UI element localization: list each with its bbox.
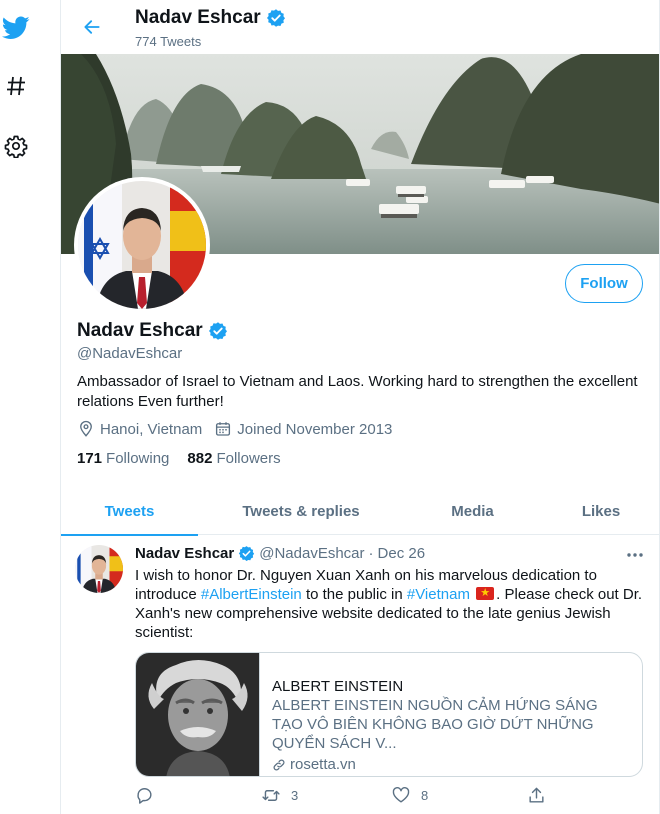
header-name: Nadav Eshcar — [135, 7, 261, 28]
share-icon — [529, 787, 544, 803]
tweet-text-part: to the public in — [301, 586, 407, 603]
card-title: ALBERT EINSTEIN — [272, 678, 404, 695]
link-preview-card[interactable]: ALBERT EINSTEIN ALBERT EINSTEIN NGUỒN CẢ… — [135, 652, 643, 777]
share-button[interactable] — [527, 786, 546, 805]
tab-tweets[interactable]: Tweets — [61, 488, 198, 536]
profile-column: Nadav Eshcar 774 Tweets Follow Nadav Esh… — [60, 0, 660, 814]
following-label: Following — [106, 450, 170, 467]
tweet-avatar[interactable] — [75, 545, 123, 593]
nav-rail — [0, 0, 60, 814]
follow-stats: 171 Following 882 Followers — [77, 450, 281, 467]
tweet-author-name[interactable]: Nadav Eshcar — [135, 545, 234, 562]
like-icon — [392, 787, 410, 803]
profile-handle: @NadavEshcar — [77, 345, 183, 362]
reply-button[interactable] — [135, 786, 154, 805]
profile-name: Nadav Eshcar — [77, 320, 203, 341]
tweet-author-handle[interactable]: @NadavEshcar — [259, 545, 364, 562]
avatar-photo — [78, 181, 206, 309]
hashtag-link[interactable]: #Vietnam — [407, 586, 470, 603]
card-link-row: rosetta.vn — [272, 755, 630, 774]
tweet-separator: · — [368, 545, 374, 562]
location-text: Hanoi, Vietnam — [100, 420, 203, 438]
hashtag-icon[interactable] — [0, 70, 32, 102]
more-options-icon[interactable] — [623, 547, 647, 563]
like-button[interactable]: 8 — [391, 786, 428, 805]
joined-text: Joined November 2013 — [237, 420, 393, 438]
verified-badge-icon — [208, 322, 227, 340]
tweet-count: 774 Tweets — [135, 34, 202, 49]
tweet[interactable]: Nadav Eshcar @NadavEshcar · Dec 26 I wis… — [61, 535, 659, 814]
following-count: 171 — [77, 450, 103, 467]
joined-item: Joined November 2013 — [214, 420, 392, 438]
card-body: ALBERT EINSTEIN ALBERT EINSTEIN NGUỒN CẢ… — [260, 653, 642, 776]
like-count: 8 — [421, 788, 429, 803]
retweet-count: 3 — [291, 788, 299, 803]
reply-icon — [137, 788, 152, 804]
follow-button[interactable]: Follow — [565, 264, 643, 303]
card-thumbnail-image — [136, 653, 260, 776]
calendar-icon — [216, 422, 231, 436]
location-item: Hanoi, Vietnam — [77, 420, 202, 438]
followers-link[interactable]: 882 Followers — [187, 450, 280, 467]
tab-media[interactable]: Media — [404, 488, 541, 535]
settings-gear-icon[interactable] — [0, 130, 32, 162]
profile-header-bar: Nadav Eshcar 774 Tweets — [61, 0, 659, 54]
card-domain: rosetta.vn — [290, 756, 356, 773]
tweet-text: I wish to honor Dr. Nguyen Xuan Xanh on … — [135, 566, 645, 642]
profile-bio: Ambassador of Israel to Vietnam and Laos… — [77, 373, 638, 410]
location-pin-icon — [80, 420, 92, 437]
twitter-logo-icon[interactable] — [0, 12, 32, 44]
tab-tweets-replies[interactable]: Tweets & replies — [198, 488, 404, 535]
link-icon — [273, 759, 285, 770]
profile-name-row: Nadav Eshcar — [77, 320, 228, 342]
profile-meta: Hanoi, Vietnam Joined November 2013 — [77, 420, 404, 438]
verified-badge-icon — [266, 9, 285, 27]
back-arrow-icon[interactable] — [77, 12, 107, 42]
tweet-header: Nadav Eshcar @NadavEshcar · Dec 26 — [135, 545, 425, 562]
vietnam-flag-emoji-icon — [476, 584, 495, 603]
following-link[interactable]: 171 Following — [77, 450, 169, 467]
retweet-icon — [262, 790, 280, 801]
retweet-button[interactable]: 3 — [261, 786, 298, 805]
profile-tabs: Tweets Tweets & replies Media Likes — [61, 488, 659, 536]
followers-count: 882 — [187, 450, 213, 467]
tweet-actions: 3 8 — [135, 786, 645, 810]
verified-badge-icon — [239, 546, 255, 561]
profile-avatar[interactable] — [74, 177, 210, 313]
tab-likes[interactable]: Likes — [541, 488, 659, 535]
hashtag-link[interactable]: #AlbertEinstein — [201, 586, 302, 603]
card-description: ALBERT EINSTEIN NGUỒN CẢM HỨNG SÁNG TẠO … — [272, 697, 598, 752]
followers-label: Followers — [216, 450, 281, 467]
tweet-date[interactable]: Dec 26 — [378, 545, 426, 562]
header-name-row: Nadav Eshcar — [135, 7, 286, 29]
